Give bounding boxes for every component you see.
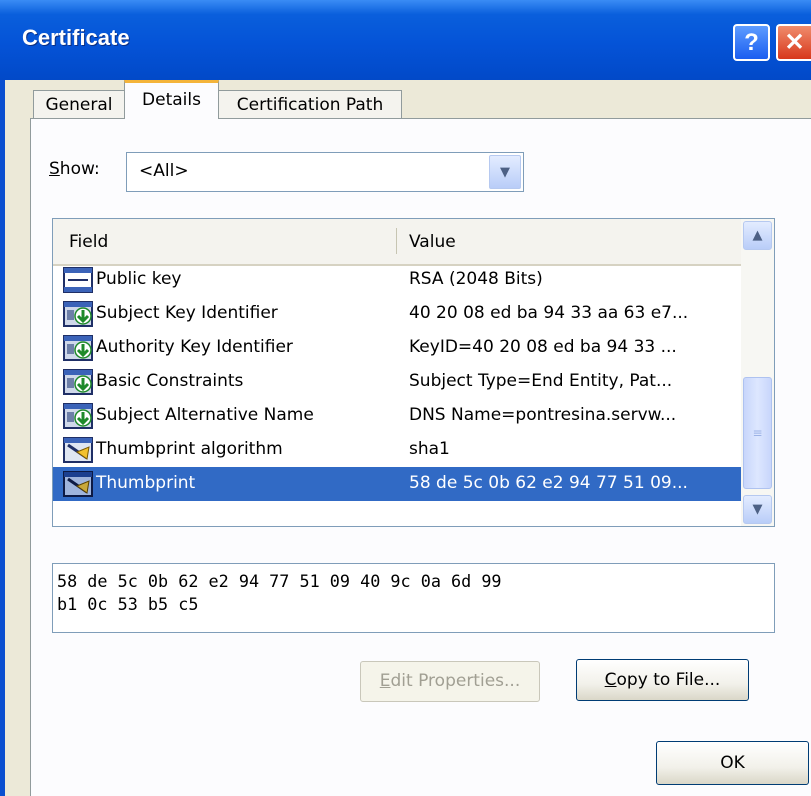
chevron-up-icon: ▲ xyxy=(752,228,763,243)
row-field-value: sha1 xyxy=(409,439,450,459)
row-field-value: DNS Name=pontresina.servw... xyxy=(409,405,677,425)
column-divider[interactable] xyxy=(396,228,397,254)
column-header-field[interactable]: Field xyxy=(69,232,108,252)
certificate-extension-icon xyxy=(63,369,93,395)
close-icon: ✕ xyxy=(784,29,805,56)
certificate-property-icon xyxy=(63,471,93,497)
tab-details[interactable]: Details xyxy=(124,80,219,119)
field-value-text[interactable]: 58 de 5c 0b 62 e2 94 77 51 09 40 9c 0a 6… xyxy=(57,570,770,616)
certificate-field-icon xyxy=(63,267,93,293)
help-icon: ? xyxy=(744,29,759,56)
list-item[interactable]: Subject Key Identifier 40 20 08 ed ba 94… xyxy=(53,297,741,331)
show-label-text: how: xyxy=(59,159,100,179)
certificate-extension-icon xyxy=(63,335,93,361)
list-item[interactable]: Authority Key Identifier KeyID=40 20 08 … xyxy=(53,331,741,365)
list-item[interactable]: Basic Constraints Subject Type=End Entit… xyxy=(53,365,741,399)
row-field-value: 58 de 5c 0b 62 e2 94 77 51 09... xyxy=(409,473,688,493)
list-vertical-scrollbar[interactable]: ▲ ≡ ▼ xyxy=(741,219,774,526)
title-bar[interactable]: Certificate ? ✕ xyxy=(0,0,811,80)
ok-button[interactable]: OK xyxy=(656,741,809,785)
tab-certification-path[interactable]: Certification Path xyxy=(218,90,402,119)
edit-properties-label: dit Properties... xyxy=(390,671,521,691)
row-field-name: Authority Key Identifier xyxy=(96,337,293,357)
scroll-down-button[interactable]: ▼ xyxy=(743,495,772,524)
certificate-property-icon xyxy=(63,437,93,463)
row-field-name: Subject Key Identifier xyxy=(96,303,278,323)
edit-properties-button[interactable]: Edit Properties... xyxy=(360,661,540,702)
row-field-name: Subject Alternative Name xyxy=(96,405,314,425)
show-dropdown[interactable]: <All> ▼ xyxy=(126,152,524,192)
scrollbar-thumb[interactable]: ≡ xyxy=(743,377,772,489)
close-button[interactable]: ✕ xyxy=(776,24,811,61)
certificate-extension-icon xyxy=(63,403,93,429)
ok-label: OK xyxy=(720,753,745,773)
tab-details-label: Details xyxy=(142,90,201,110)
edit-properties-accesskey: E xyxy=(379,671,391,691)
field-value-display[interactable]: 58 de 5c 0b 62 e2 94 77 51 09 40 9c 0a 6… xyxy=(52,563,775,633)
list-item[interactable]: Thumbprint algorithm sha1 xyxy=(53,433,741,467)
show-label: Show: xyxy=(49,159,100,179)
copy-to-file-button[interactable]: Copy to File... xyxy=(576,659,749,701)
row-field-name: Thumbprint xyxy=(96,473,196,493)
row-field-name: Public key xyxy=(96,269,182,289)
list-header: Field Value xyxy=(53,219,741,266)
chevron-down-icon[interactable]: ▼ xyxy=(489,155,521,189)
tab-general-label: General xyxy=(45,95,113,115)
row-field-value: RSA (2048 Bits) xyxy=(409,269,543,289)
column-header-value[interactable]: Value xyxy=(409,232,456,252)
tab-certification-path-label: Certification Path xyxy=(236,95,384,115)
copy-to-file-accesskey: C xyxy=(604,670,617,690)
show-dropdown-value: <All> xyxy=(139,161,189,181)
window-left-border xyxy=(0,80,5,796)
list-item[interactable]: Public key RSA (2048 Bits) xyxy=(53,263,741,297)
chevron-down-icon: ▼ xyxy=(752,502,763,517)
row-field-name: Basic Constraints xyxy=(96,371,244,391)
grip-icon: ≡ xyxy=(752,426,763,440)
row-field-name: Thumbprint algorithm xyxy=(96,439,283,459)
help-button[interactable]: ? xyxy=(733,24,770,61)
scroll-up-button[interactable]: ▲ xyxy=(743,221,772,250)
certificate-dialog: Certificate ? ✕ General Details Certific… xyxy=(0,0,811,796)
row-field-value: Subject Type=End Entity, Pat... xyxy=(409,371,673,391)
row-field-value: KeyID=40 20 08 ed ba 94 33 ... xyxy=(409,337,677,357)
show-label-accesskey: S xyxy=(49,159,60,179)
list-item[interactable]: Subject Alternative Name DNS Name=pontre… xyxy=(53,399,741,433)
list-item-selected[interactable]: Thumbprint 58 de 5c 0b 62 e2 94 77 51 09… xyxy=(53,467,741,501)
field-value-list[interactable]: Field Value Public key RSA (2048 Bits) S… xyxy=(52,218,775,527)
row-field-value: 40 20 08 ed ba 94 33 aa 63 e7... xyxy=(409,303,689,323)
copy-to-file-label: opy to File... xyxy=(616,670,721,690)
tab-general[interactable]: General xyxy=(33,90,125,119)
window-title: Certificate xyxy=(22,25,130,50)
certificate-extension-icon xyxy=(63,301,93,327)
